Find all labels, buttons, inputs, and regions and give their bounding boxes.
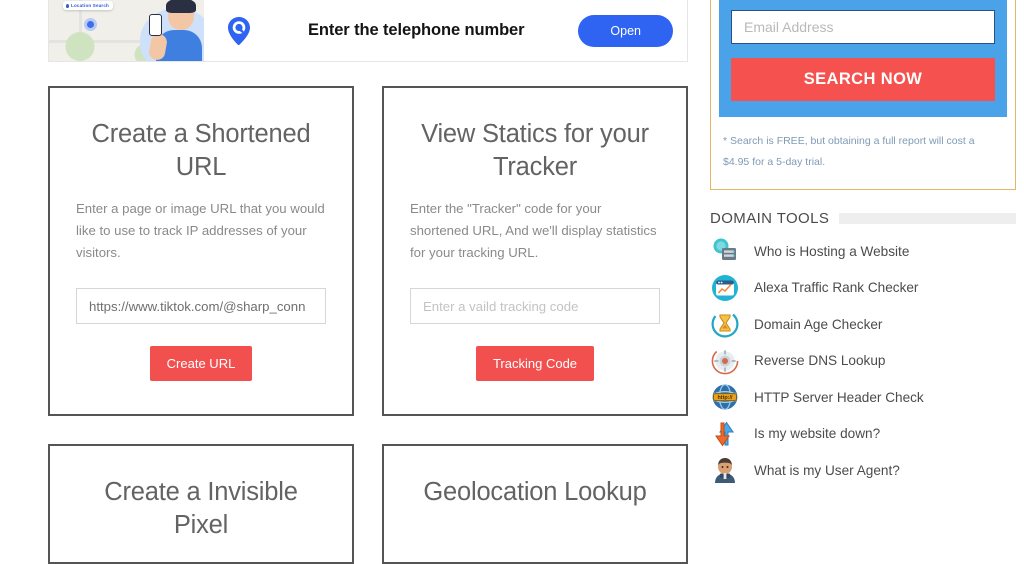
domain-tool-label: Domain Age Checker [754,316,883,332]
domain-tool-alexa-traffic-rank[interactable]: Alexa Traffic Rank Checker [710,270,1016,307]
domain-tools-section: DOMAIN TOOLS Who is Hosting a Website Al… [710,210,1016,489]
header-rule [839,213,1016,224]
person-illustration [124,0,204,61]
user-agent-icon [710,455,740,485]
card-view-statistics: View Statics for your Tracker Enter the … [382,86,688,416]
map-location-chip: Location Search [63,0,114,10]
right-sidebar: SEARCH NOW * Search is FREE, but obtaini… [710,0,1016,489]
promo-content: Enter the telephone number Open [204,0,687,61]
email-search-panel: SEARCH NOW [719,0,1007,117]
promo-illustration: Location Search [49,0,204,61]
promo-headline: Enter the telephone number [307,21,525,39]
server-hosting-icon [710,236,740,266]
domain-tool-is-my-website-down[interactable]: Is my website down? [710,416,1016,453]
search-now-button[interactable]: SEARCH NOW [731,58,995,101]
main-column: Location Search Enter the telephone numb… [48,0,690,564]
domain-tool-label: Reverse DNS Lookup [754,353,886,369]
domain-tool-label: HTTP Server Header Check [754,389,924,405]
domain-tool-label: Alexa Traffic Rank Checker [754,280,919,296]
card-title: View Statics for your Tracker [421,120,649,181]
tracking-code-input[interactable] [410,288,660,324]
card-description: Enter the "Tracker" code for your shorte… [410,201,657,260]
person-hair [166,0,196,13]
domain-tools-title: DOMAIN TOOLS [710,210,830,227]
shortened-url-input[interactable] [76,288,326,324]
hourglass-icon [710,309,740,339]
tracking-code-button[interactable]: Tracking Code [475,346,595,381]
http-globe-icon: http:// [710,382,740,412]
location-pin-icon [226,16,252,46]
tool-cards-grid: Create a Shortened URL Enter a page or i… [48,86,688,564]
domain-tool-http-header-check[interactable]: http:// HTTP Server Header Check [710,379,1016,416]
card-geolocation-lookup: Geolocation Lookup [382,444,688,564]
domain-tools-header: DOMAIN TOOLS [710,210,1016,227]
map-pin-marker [84,17,97,31]
domain-tool-label: Who is Hosting a Website [754,243,910,259]
email-field[interactable] [731,10,995,44]
domain-tools-list: Who is Hosting a Website Alexa Traffic R… [710,233,1016,489]
up-down-arrows-icon [710,419,740,449]
domain-tool-who-is-hosting[interactable]: Who is Hosting a Website [710,233,1016,270]
domain-tool-domain-age[interactable]: Domain Age Checker [710,306,1016,343]
domain-tool-user-agent[interactable]: What is my User Agent? [710,452,1016,489]
person-phone [149,13,162,36]
card-title: Geolocation Lookup [423,478,647,506]
card-create-shortened-url: Create a Shortened URL Enter a page or i… [48,86,354,416]
domain-tool-label: What is my User Agent? [754,462,900,478]
svg-text:http://: http:// [718,395,733,401]
page-root: Location Search Enter the telephone numb… [0,0,1024,564]
promo-open-button[interactable]: Open [578,14,673,47]
domain-tool-reverse-dns[interactable]: Reverse DNS Lookup [710,343,1016,380]
search-disclaimer-note: * Search is FREE, but obtaining a full r… [723,135,975,168]
card-title: Create a Shortened URL [91,120,311,181]
card-description: Enter a page or image URL that you would… [76,201,325,260]
domain-tool-label: Is my website down? [754,426,881,442]
email-search-widget: SEARCH NOW * Search is FREE, but obtaini… [710,0,1016,190]
create-url-button[interactable]: Create URL [149,346,253,381]
card-title: Create a Invisible Pixel [104,478,298,539]
traffic-chart-icon [710,273,740,303]
card-create-invisible-pixel: Create a Invisible Pixel [48,444,354,564]
promo-banner[interactable]: Location Search Enter the telephone numb… [48,0,688,62]
dns-gear-icon [710,346,740,376]
